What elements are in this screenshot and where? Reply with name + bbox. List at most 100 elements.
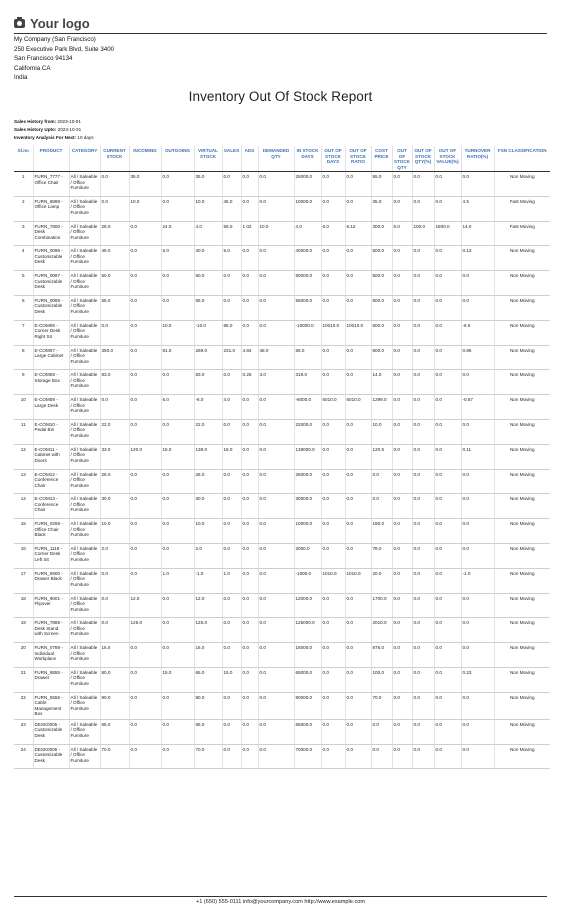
column-header: TURNOVER RATIO(%): [460, 146, 494, 172]
table-cell: 0.0: [391, 667, 412, 693]
table-cell: 0.0: [128, 642, 161, 668]
table-cell: -1000.0: [293, 568, 321, 594]
table-cell: 0.0: [391, 270, 412, 296]
table-cell: 0.0: [240, 593, 258, 619]
table-cell: 0.0: [160, 469, 194, 495]
table-cell: 0.0: [391, 394, 412, 420]
table-cell: 55.0: [370, 171, 392, 197]
table-cell: 22: [14, 692, 33, 720]
table-cell: 14: [14, 493, 33, 520]
table-cell: 0.0: [391, 642, 412, 668]
table-cell: 83.0: [99, 369, 129, 396]
table-cell: 12: [14, 444, 33, 470]
table-cell: 500.0: [370, 270, 392, 296]
table-cell: 0.0: [344, 171, 371, 197]
table-cell: 16.0: [99, 642, 129, 668]
table-cell: 0.0: [257, 469, 294, 495]
column-header: Sl.no: [14, 146, 33, 172]
meta-label: Sales History from:: [14, 119, 57, 124]
table-cell: All / Saleable / Office Furniture: [68, 667, 100, 693]
table-cell: 22.0: [193, 419, 222, 445]
table-cell: Non Moving: [493, 593, 550, 619]
table-cell: 0.0: [320, 245, 345, 272]
table-cell: 1299.0: [370, 394, 392, 420]
table-cell: 0.0: [221, 518, 241, 544]
table-cell: 19: [14, 617, 33, 644]
table-cell: 0.0: [320, 419, 345, 445]
table-cell: All / Saleable / Office Furniture: [68, 744, 100, 770]
table-cell: 0.0: [344, 245, 371, 272]
table-cell: 0.0: [433, 642, 461, 668]
table-cell: 120.5: [370, 444, 392, 470]
table-cell: 0.0: [320, 196, 345, 222]
table-cell: 0.0: [344, 593, 371, 619]
table-cell: 0.0: [344, 744, 371, 770]
column-header: SALES: [221, 146, 241, 172]
table-cell: 0.0: [320, 593, 345, 619]
table-cell: 4.0: [293, 221, 321, 247]
table-cell: 26.0: [99, 469, 129, 495]
column-header: IN STOCK DAYS: [293, 146, 321, 172]
table-cell: 10.0: [193, 518, 222, 544]
table-cell: 17: [14, 568, 33, 594]
analysis-period: Inventory Analysis For Next: 10 days: [14, 134, 94, 142]
table-cell: -6.0: [193, 394, 222, 420]
table-cell: Non Moving: [493, 543, 550, 569]
table-cell: DESK0005 - Customizable Desk: [32, 719, 69, 745]
table-cell: 0.0: [433, 295, 461, 321]
table-cell: 0.26: [240, 369, 258, 396]
table-cell: 55.0: [99, 295, 129, 321]
table-cell: 10: [14, 394, 33, 420]
table-cell: 0.0: [433, 345, 461, 371]
table-cell: 5: [14, 270, 33, 296]
table-cell: 0.0: [344, 493, 371, 520]
table-cell: Non Moving: [493, 469, 550, 495]
table-cell: 80.0: [99, 667, 129, 693]
table-cell: 12.0: [193, 593, 222, 619]
table-cell: 26000.0: [293, 469, 321, 495]
table-cell: Non Moving: [493, 493, 550, 520]
table-cell: 8: [14, 345, 33, 371]
table-row: 6 FURN_0098 - Customizable Desk All / Sale…: [14, 295, 550, 321]
table-cell: 0.0: [411, 320, 434, 346]
table-cell: E-COM06 - Corner Desk Right Sit: [32, 320, 69, 346]
table-cell: 21: [14, 667, 33, 693]
table-cell: All / Saleable / Office Furniture: [68, 444, 100, 470]
table-cell: Non Moving: [493, 642, 550, 668]
table-body: 1 FURN_7777 - Office Chair All / Saleable …: [14, 171, 550, 770]
table-cell: 0.0: [370, 493, 392, 520]
table-cell: 0.0: [433, 667, 461, 693]
table-cell: 65.0: [193, 719, 222, 745]
table-cell: All / Saleable / Office Furniture: [68, 642, 100, 668]
table-cell: 15: [14, 518, 33, 544]
table-cell: 0.0: [160, 196, 194, 222]
table-cell: 0.0: [460, 692, 494, 720]
table-cell: 0.0: [221, 692, 241, 720]
table-cell: 15.0: [221, 444, 241, 470]
table-cell: 0.0: [240, 394, 258, 420]
table-cell: All / Saleable / Office Furniture: [68, 245, 100, 272]
table-cell: FURN_0096 - Customizable Desk: [32, 245, 69, 272]
table-cell: FURN_0789 - Individual Workplace: [32, 642, 69, 668]
table-cell: 0.0: [240, 692, 258, 720]
table-cell: 0.0: [460, 270, 494, 296]
table-cell: 125.0: [128, 617, 161, 644]
table-cell: Non Moving: [493, 444, 550, 470]
table-cell: 0.0: [257, 320, 294, 346]
table-cell: 25000.0: [293, 171, 321, 197]
table-cell: E-COM12 - Conference Chair: [32, 469, 69, 495]
table-cell: 0.0: [411, 667, 434, 693]
column-header: VIRTUAL STOCK: [193, 146, 222, 172]
table-cell: 3: [14, 221, 33, 247]
table-cell: 65000.0: [293, 719, 321, 745]
table-cell: All / Saleable / Office Furniture: [68, 568, 100, 594]
table-cell: 0.0: [320, 518, 345, 544]
table-cell: 0.0: [411, 394, 434, 420]
table-cell: 0.0: [391, 518, 412, 544]
table-cell: 0.0: [433, 369, 461, 396]
table-cell: 0.0: [411, 444, 434, 470]
table-cell: All / Saleable / Office Furniture: [68, 394, 100, 420]
table-cell: 70.0: [370, 692, 392, 720]
table-cell: -10.0: [193, 320, 222, 346]
table-cell: 0.0: [128, 568, 161, 594]
